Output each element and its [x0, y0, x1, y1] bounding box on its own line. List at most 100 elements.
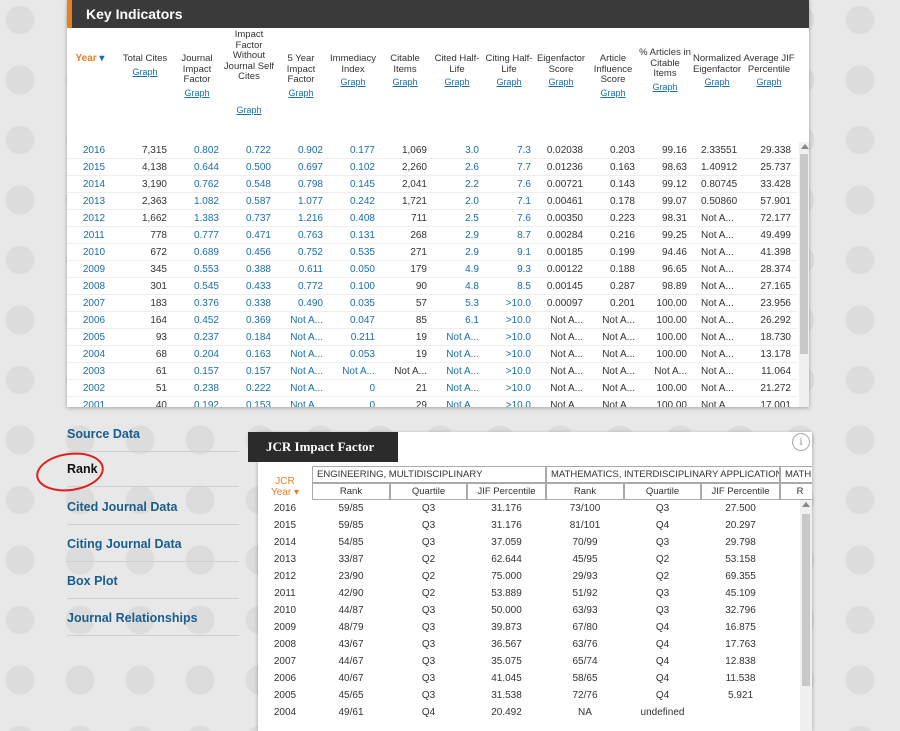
column-header-label: Article Influence Score: [593, 53, 633, 85]
year-link[interactable]: 2009: [77, 261, 111, 278]
table-cell: Not A...: [290, 366, 323, 377]
table-cell: 63/93: [572, 605, 598, 616]
table-cell: Not A...: [602, 349, 635, 360]
table-cell: 7.3: [517, 145, 531, 156]
sort-caret-icon: ▾: [96, 53, 105, 64]
year-link[interactable]: 2012: [77, 210, 111, 227]
subcolumn-header[interactable]: Rank: [546, 483, 624, 500]
table-cell: Not A...: [701, 366, 734, 377]
table-cell: 711: [411, 213, 427, 224]
table-cell: Not A...: [550, 349, 583, 360]
table-cell: 0.102: [349, 162, 375, 173]
nav-item-box-plot[interactable]: Box Plot: [67, 574, 118, 588]
year-link[interactable]: 2013: [77, 193, 111, 210]
year-link[interactable]: 2002: [77, 380, 111, 397]
table-cell: 0.00461: [546, 196, 583, 207]
graph-link[interactable]: Graph: [327, 77, 379, 88]
table-cell: 17.763: [725, 639, 756, 650]
table-cell: Not A...: [701, 332, 734, 343]
table-row: 2013 33/87 Q2 62.644 45/95 Q2 53.158: [258, 551, 798, 568]
table-cell: 2.0: [465, 196, 479, 207]
year-link[interactable]: 2011: [77, 227, 111, 244]
column-header-label: 5 Year Impact Factor: [286, 53, 316, 85]
table-cell: 43/67: [338, 639, 364, 650]
nav-item-source-data[interactable]: Source Data: [67, 427, 140, 441]
table-cell: 0.00122: [546, 264, 583, 275]
table-cell: 2,363: [141, 196, 167, 207]
info-icon[interactable]: i: [792, 433, 810, 451]
table-cell: 61: [155, 366, 167, 377]
year-link[interactable]: 2010: [77, 244, 111, 261]
graph-link[interactable]: Graph: [639, 82, 691, 93]
year-column-header[interactable]: Year ▾: [73, 53, 107, 65]
graph-link[interactable]: Graph: [691, 77, 743, 88]
table-cell: Not A...: [290, 332, 323, 343]
year-link[interactable]: 2001: [77, 397, 111, 407]
nav-item-citing-journal-data[interactable]: Citing Journal Data: [67, 537, 182, 551]
table-cell: 0.00350: [546, 213, 583, 224]
table-cell: Not A...: [446, 349, 479, 360]
table-cell: 0.131: [349, 230, 375, 241]
year-link[interactable]: 2005: [77, 329, 111, 346]
table-cell: 39.873: [491, 622, 522, 633]
graph-link[interactable]: Graph: [535, 77, 587, 88]
graph-link[interactable]: Graph: [483, 77, 535, 88]
nav-divider: [67, 635, 239, 636]
graph-link[interactable]: Graph: [431, 77, 483, 88]
table-cell: Q3: [421, 503, 436, 514]
year-link[interactable]: 2015: [77, 159, 111, 176]
year-link[interactable]: 2003: [77, 363, 111, 380]
scroll-thumb[interactable]: [802, 514, 810, 686]
graph-link[interactable]: Graph: [119, 67, 171, 78]
subcolumn-header[interactable]: Rank: [312, 483, 390, 500]
subcolumn-header[interactable]: Quartile: [624, 483, 701, 500]
subcolumn-header[interactable]: R: [780, 483, 812, 500]
table-cell: Q3: [655, 537, 670, 548]
table-row: 2013 2,363 1.082 0.587 1.077 0.242 1,721 2.0 7.1…: [67, 193, 797, 210]
subcolumn-header[interactable]: JIF Percentile: [467, 483, 546, 500]
graph-link[interactable]: Graph: [743, 77, 795, 88]
table-cell: 7.6: [517, 213, 531, 224]
year-link[interactable]: 2016: [77, 142, 111, 159]
scroll-up-icon[interactable]: [801, 144, 809, 149]
year-link[interactable]: 2004: [77, 346, 111, 363]
table-cell: 7.7: [517, 162, 531, 173]
graph-link[interactable]: Graph: [587, 88, 639, 99]
year-link[interactable]: 2008: [77, 278, 111, 295]
table-cell: 2006: [273, 673, 297, 684]
scroll-thumb[interactable]: [800, 154, 808, 354]
subcolumn-header[interactable]: JIF Percentile: [701, 483, 780, 500]
table-cell: Not A...: [602, 400, 635, 407]
table-cell: Q2: [421, 571, 436, 582]
scroll-up-icon[interactable]: [802, 502, 810, 507]
table-cell: 183: [150, 298, 167, 309]
table-cell: 2.6: [465, 162, 479, 173]
table-cell: Not A...: [701, 383, 734, 394]
table-cell: Q3: [421, 639, 436, 650]
table-cell: 2014: [273, 537, 297, 548]
jcr-scrollbar[interactable]: [800, 500, 812, 731]
sort-caret-icon: ▾: [293, 487, 300, 498]
year-link[interactable]: 2007: [77, 295, 111, 312]
table-cell: 0.587: [245, 196, 271, 207]
nav-item-journal-relationships[interactable]: Journal Relationships: [67, 611, 198, 625]
table-cell: >10.0: [505, 298, 531, 309]
table-cell: Not A...: [550, 400, 583, 407]
nav-item-cited-journal-data[interactable]: Cited Journal Data: [67, 500, 177, 514]
graph-link[interactable]: Graph: [223, 105, 275, 116]
subcolumn-header[interactable]: Quartile: [390, 483, 467, 500]
table-cell: Not A...: [602, 383, 635, 394]
table-row: 2014 3,190 0.762 0.548 0.798 0.145 2,041 2.2 7.6…: [67, 176, 797, 193]
table-cell: Not A...: [446, 366, 479, 377]
key-indicators-scrollbar[interactable]: [799, 142, 809, 407]
table-cell: 2005: [273, 690, 297, 701]
table-cell: 81/101: [569, 520, 601, 531]
year-link[interactable]: 2006: [77, 312, 111, 329]
graph-link[interactable]: Graph: [275, 88, 327, 99]
table-cell: Q3: [421, 673, 436, 684]
year-link[interactable]: 2014: [77, 176, 111, 193]
table-cell: 6.1: [465, 315, 479, 326]
graph-link[interactable]: Graph: [171, 88, 223, 99]
graph-link[interactable]: Graph: [379, 77, 431, 88]
jcr-year-column-header[interactable]: JCR Year ▾: [265, 476, 305, 498]
